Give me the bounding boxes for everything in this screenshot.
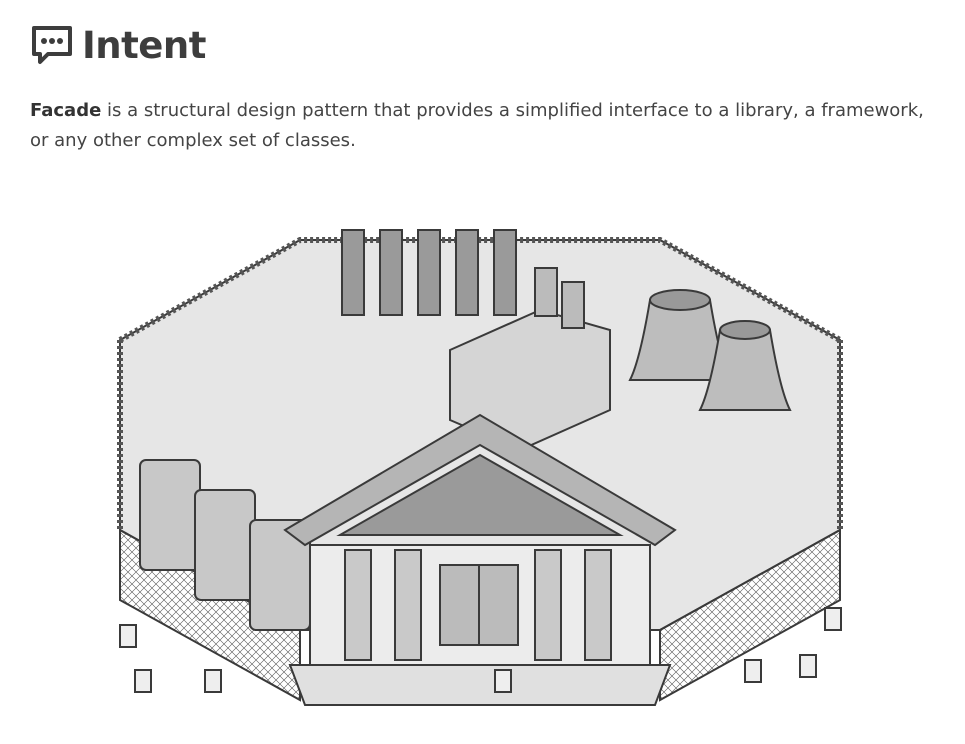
intro-text: is a structural design pattern that prov…	[30, 100, 924, 151]
speech-bubble-icon	[32, 26, 72, 64]
intro-paragraph: Facade is a structural design pattern th…	[30, 96, 935, 156]
pattern-name: Facade	[30, 100, 102, 121]
section-title: Intent	[82, 24, 206, 67]
facade-illustration	[117, 229, 843, 706]
section-header: Intent	[30, 22, 206, 70]
